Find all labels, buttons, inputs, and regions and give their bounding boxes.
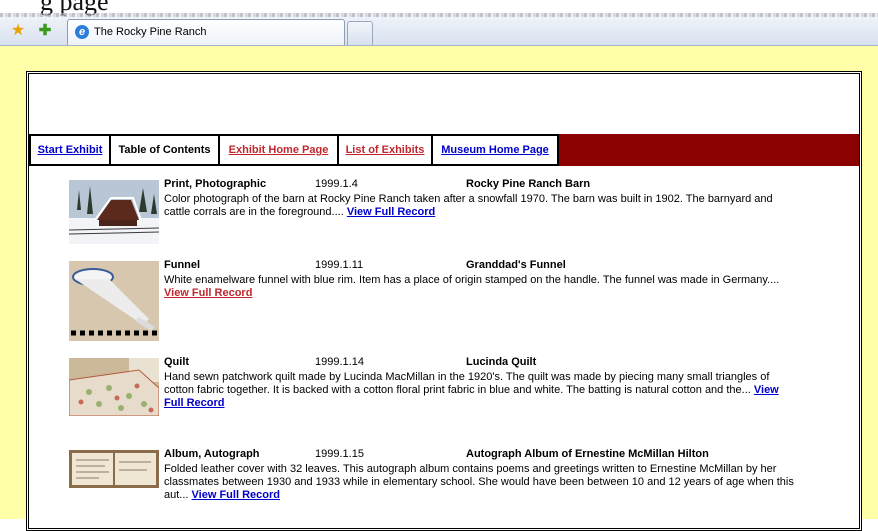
nav-museum-home-page-label: Museum Home Page (441, 144, 549, 156)
nav-exhibit-home-page-label: Exhibit Home Page (228, 144, 329, 156)
record-id: 1999.1.4 (315, 178, 358, 190)
add-favorites-icon[interactable]: ✚ (36, 22, 54, 40)
view-full-record-link[interactable]: View Full Record (164, 287, 252, 299)
exhibit-nav-bar: Start Exhibit Table of Contents Exhibit … (29, 134, 859, 166)
record-description-text: Color photograph of the barn at Rocky Pi… (164, 193, 773, 218)
nav-list-of-exhibits[interactable]: List of Exhibits (337, 134, 431, 166)
record-description-text: White enamelware funnel with blue rim. I… (164, 274, 780, 286)
record-description: White enamelware funnel with blue rim. I… (164, 274, 794, 300)
nav-start-exhibit[interactable]: Start Exhibit (29, 134, 109, 166)
record-description: Folded leather cover with 32 leaves. Thi… (164, 463, 794, 502)
record-type: Print, Photographic (164, 178, 267, 190)
favorites-star-icon[interactable]: ★ (9, 22, 27, 40)
nav-table-of-contents: Table of Contents (109, 134, 218, 166)
nav-table-of-contents-label: Table of Contents (118, 144, 211, 156)
record-title: Autograph Album of Ernestine McMillan Hi… (466, 448, 709, 460)
nav-list-of-exhibits-label: List of Exhibits (345, 144, 425, 156)
view-full-record-link[interactable]: View Full Record (192, 489, 280, 501)
record-type: Quilt (164, 356, 190, 368)
record-id: 1999.1.15 (315, 448, 364, 460)
record-title: Granddad's Funnel (466, 259, 566, 271)
record-description: Color photograph of the barn at Rocky Pi… (164, 193, 794, 219)
record-description-text: Hand sewn patchwork quilt made by Lucind… (164, 371, 770, 396)
browser-tab-bar: ★ ✚ e The Rocky Pine Ranch (0, 17, 878, 46)
new-tab-button[interactable] (347, 21, 373, 45)
record-title: Rocky Pine Ranch Barn (466, 178, 591, 190)
view-full-record-link[interactable]: View Full Record (347, 206, 435, 218)
page-background: Start Exhibit Table of Contents Exhibit … (0, 46, 878, 531)
content-frame: Start Exhibit Table of Contents Exhibit … (26, 71, 862, 531)
page-header-strip: g page (0, 0, 878, 17)
record-type: Funnel (164, 259, 201, 271)
tab-title: The Rocky Pine Ranch (94, 26, 207, 38)
record-title: Lucinda Quilt (466, 356, 537, 368)
funnel-photo-thumbnail[interactable] (69, 261, 159, 341)
barn-photo-thumbnail[interactable] (69, 180, 159, 244)
record-id: 1999.1.11 (315, 259, 364, 271)
nav-start-exhibit-label: Start Exhibit (37, 144, 103, 156)
browser-tab[interactable]: e The Rocky Pine Ranch (67, 19, 345, 45)
nav-museum-home-page[interactable]: Museum Home Page (431, 134, 559, 166)
record-id: 1999.1.14 (315, 356, 364, 368)
record-description: Hand sewn patchwork quilt made by Lucind… (164, 371, 794, 410)
nav-exhibit-home-page[interactable]: Exhibit Home Page (218, 134, 337, 166)
record-type: Album, Autograph (164, 448, 260, 460)
quilt-photo-thumbnail[interactable] (69, 358, 159, 416)
album-photo-thumbnail[interactable] (69, 450, 159, 488)
ie-page-icon: e (75, 25, 89, 39)
